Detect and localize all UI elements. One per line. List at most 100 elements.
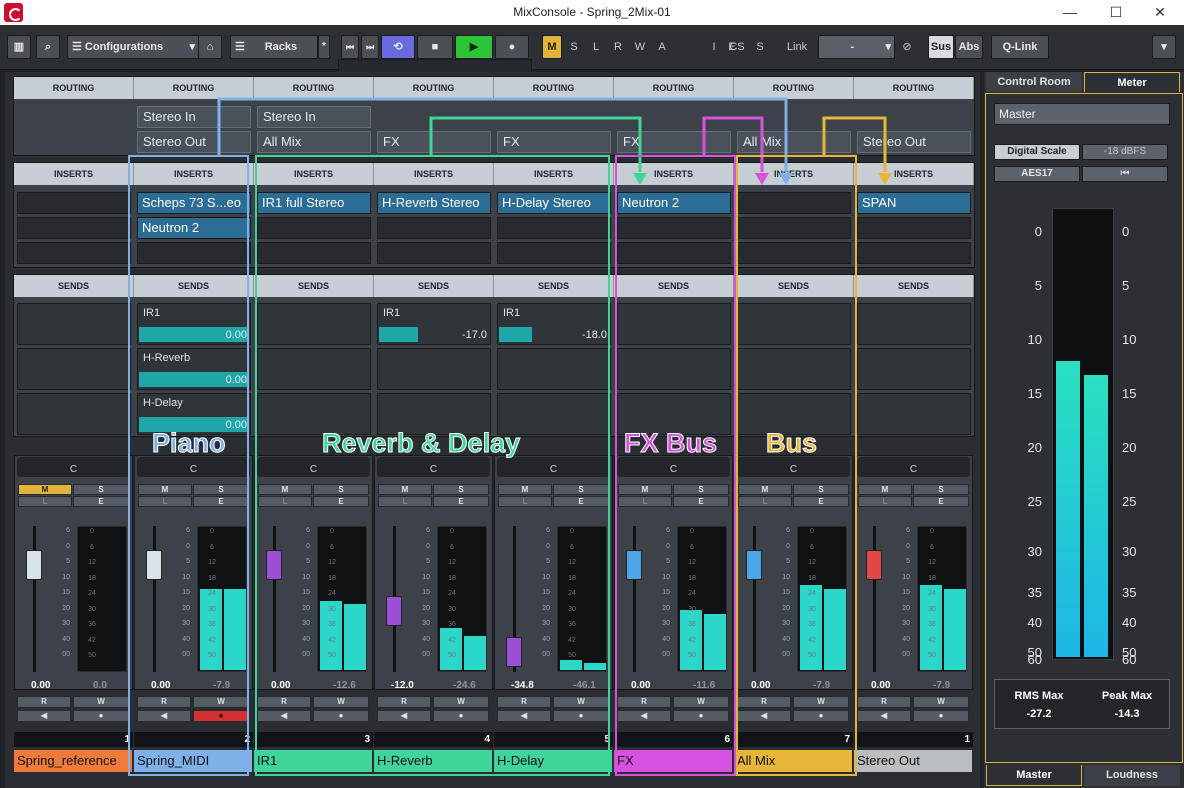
fader-scale-label: 5 <box>906 558 910 565</box>
routing-output-8[interactable]: Stereo Out <box>857 131 971 153</box>
routing-output-6[interactable]: FX <box>617 131 731 153</box>
cycle-icon[interactable]: ⟲ <box>381 35 415 59</box>
routing-output-5[interactable]: FX <box>497 131 611 153</box>
channel-name[interactable]: Stereo Out <box>854 750 972 772</box>
pan-control[interactable]: C <box>17 457 130 477</box>
tab-control-room[interactable]: Control Room <box>986 72 1082 92</box>
send-slot-empty[interactable] <box>17 393 131 435</box>
dbfs-button[interactable]: -18 dBFS <box>1082 144 1168 160</box>
volume-value[interactable]: 0.00 <box>31 680 50 691</box>
volume-value[interactable]: 0.00 <box>871 680 890 691</box>
write-button[interactable]: W <box>913 696 969 708</box>
abs-button[interactable]: Abs <box>955 35 983 59</box>
volume-fader[interactable] <box>26 550 42 581</box>
configurations-menu[interactable]: ☰ Configurations ▾ <box>67 35 200 59</box>
routing-output-4[interactable]: FX <box>377 131 491 153</box>
view-cs-button[interactable]: CS <box>727 35 747 59</box>
listen-button[interactable]: L <box>858 496 912 507</box>
routing-input-2[interactable]: Stereo In <box>137 106 251 128</box>
read-button[interactable]: R <box>17 696 71 708</box>
master-scale-left: 10 <box>1027 332 1042 347</box>
read-button[interactable]: R <box>857 696 911 708</box>
reset-meter-icon[interactable]: ⏮ <box>1082 166 1168 182</box>
master-scale-right: 0 <box>1122 224 1130 239</box>
mute-button[interactable]: M <box>858 484 912 495</box>
master-scale-right: 10 <box>1122 332 1137 347</box>
close-button[interactable]: ✕ <box>1140 2 1180 22</box>
qlink-button[interactable]: Q-Link <box>991 35 1049 59</box>
link-dropdown[interactable]: - ▾ <box>818 35 895 59</box>
meter-scale-label: 50 <box>928 652 936 659</box>
racks-settings-button[interactable]: * <box>318 35 330 59</box>
meter-bar-right <box>944 589 966 670</box>
routing-header: ROUTING <box>14 77 134 99</box>
layout-icon[interactable]: ▥ <box>7 35 31 59</box>
search-icon[interactable]: ⌕ <box>36 35 60 59</box>
insert-slot-empty[interactable] <box>17 192 131 214</box>
piano-label: Piano <box>152 428 227 459</box>
insert-slot-empty[interactable] <box>17 217 131 239</box>
link-disable-icon[interactable]: ⊘ <box>898 35 916 59</box>
pan-control[interactable]: C <box>857 457 970 477</box>
edit-button[interactable]: E <box>73 496 129 507</box>
routing-output-7[interactable]: All Mix <box>737 131 851 153</box>
tab-master[interactable]: Master <box>986 765 1082 786</box>
master-scale-left: 5 <box>1034 278 1042 293</box>
minimize-button[interactable]: — <box>1050 2 1090 22</box>
record-icon[interactable]: ● <box>495 35 529 59</box>
write-button[interactable]: W <box>73 696 129 708</box>
routing-header: ROUTING <box>494 77 614 99</box>
maximize-button[interactable]: ☐ <box>1096 2 1136 22</box>
listen-button[interactable]: L <box>18 496 72 507</box>
send-slot-empty[interactable] <box>17 303 131 345</box>
sus-button[interactable]: Sus <box>928 35 954 59</box>
volume-fader[interactable] <box>866 550 882 581</box>
routing-input-3[interactable]: Stereo In <box>257 106 371 128</box>
view-s-button[interactable]: S <box>752 35 768 59</box>
send-slot-empty[interactable] <box>857 348 971 390</box>
right-panel: Control Room Meter Master Digital Scale … <box>984 72 1184 788</box>
solo-button[interactable]: S <box>73 484 129 495</box>
digital-scale-button[interactable]: Digital Scale <box>994 144 1080 160</box>
solo-button[interactable]: S <box>913 484 969 495</box>
routing-header: ROUTING <box>734 77 854 99</box>
mode-a-button[interactable]: A <box>654 35 670 59</box>
save-config-icon[interactable]: ⌂ <box>198 35 222 59</box>
automation-record-icon[interactable]: ● <box>73 710 129 722</box>
insert-slot-empty[interactable] <box>857 242 971 264</box>
racks-menu[interactable]: ☰ Racks <box>230 35 318 59</box>
edit-button[interactable]: E <box>913 496 969 507</box>
aes17-button[interactable]: AES17 <box>994 166 1080 182</box>
tab-meter[interactable]: Meter <box>1084 72 1180 92</box>
mute-button[interactable]: M <box>18 484 72 495</box>
master-selector[interactable]: Master <box>994 103 1170 125</box>
play-icon[interactable]: ▶ <box>455 35 493 59</box>
mode-s-button[interactable]: S <box>566 35 582 59</box>
meter-scale-label: 6 <box>90 543 94 551</box>
view-i-button[interactable]: I <box>706 35 722 59</box>
automation-record-icon[interactable]: ● <box>913 710 969 722</box>
insert-slot-empty[interactable] <box>857 217 971 239</box>
speaker-icon[interactable]: ◀ <box>857 710 911 722</box>
speaker-icon[interactable]: ◀ <box>17 710 71 722</box>
insert-slot-empty[interactable] <box>17 242 131 264</box>
mode-l-button[interactable]: L <box>588 35 604 59</box>
mode-r-button[interactable]: R <box>610 35 626 59</box>
mode-w-button[interactable]: W <box>632 35 648 59</box>
send-slot-empty[interactable] <box>857 393 971 435</box>
tab-loudness[interactable]: Loudness <box>1084 765 1180 786</box>
mode-m-button[interactable]: M <box>542 35 562 59</box>
toolbar-menu-icon[interactable]: ▾ <box>1152 35 1176 59</box>
go-to-start-icon[interactable]: ⏮ <box>341 35 359 59</box>
go-to-end-icon[interactable]: ⏭ <box>361 35 379 59</box>
routing-output-3[interactable]: All Mix <box>257 131 371 153</box>
meter-scale-label: 24 <box>88 590 96 597</box>
routing-output-2[interactable]: Stereo Out <box>137 131 251 153</box>
send-slot-empty[interactable] <box>17 348 131 390</box>
insert-slot[interactable]: SPAN <box>857 192 971 214</box>
stop-icon[interactable]: ■ <box>417 35 453 59</box>
master-meter <box>1052 208 1114 660</box>
fader-scale-label: 6 <box>906 527 910 534</box>
channel-name[interactable]: Spring_reference <box>14 750 132 772</box>
send-slot-empty[interactable] <box>857 303 971 345</box>
